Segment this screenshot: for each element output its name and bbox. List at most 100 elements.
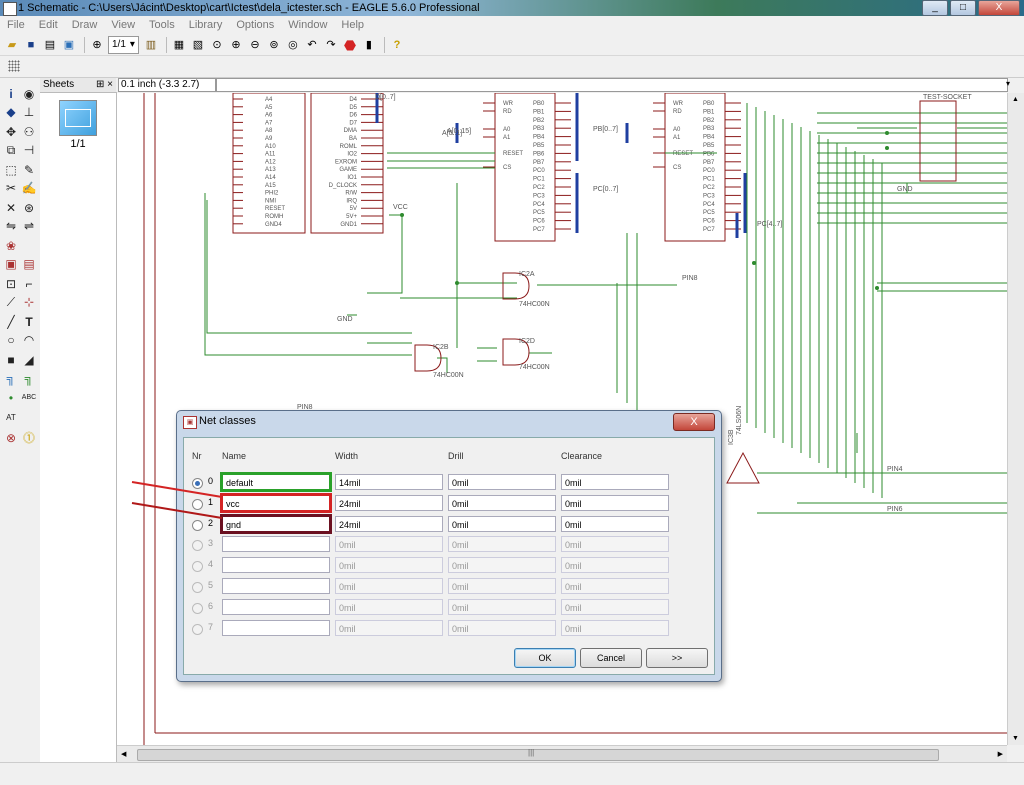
- menu-draw[interactable]: Draw: [65, 16, 105, 34]
- invoke-icon[interactable]: ⊹: [21, 294, 37, 310]
- junction-icon[interactable]: •: [3, 390, 19, 406]
- cancel-button[interactable]: Cancel: [580, 648, 642, 668]
- wire-icon[interactable]: ╱: [3, 314, 19, 330]
- net-class-width-field[interactable]: 24mil: [335, 494, 443, 511]
- net-class-name-field[interactable]: gnd: [220, 513, 332, 534]
- go-icon[interactable]: ▮: [361, 37, 377, 53]
- command-dropdown-icon[interactable]: ▾: [1006, 79, 1010, 88]
- move-icon[interactable]: ✥: [3, 124, 19, 140]
- library-icon[interactable]: ▥: [143, 37, 159, 53]
- mirror-icon[interactable]: ⊣: [21, 142, 37, 158]
- miter-icon[interactable]: ⌐: [21, 276, 37, 292]
- rect-icon[interactable]: ■: [3, 352, 19, 368]
- net-class-clearance-field[interactable]: 0mil: [561, 494, 669, 511]
- value-icon[interactable]: ▤: [21, 256, 37, 272]
- sheets-panel-controls[interactable]: ⊞ ×: [96, 78, 113, 92]
- text-icon[interactable]: T: [21, 314, 37, 330]
- menu-file[interactable]: File: [0, 16, 32, 34]
- menu-help[interactable]: Help: [334, 16, 371, 34]
- group-select-icon[interactable]: ⬚: [3, 162, 19, 178]
- net-class-radio[interactable]: [192, 478, 203, 489]
- close-button[interactable]: X: [978, 0, 1020, 16]
- net-class-clearance-field[interactable]: 0mil: [561, 515, 669, 532]
- bus-icon[interactable]: ╗: [3, 370, 19, 386]
- arc-icon[interactable]: ◠: [21, 332, 37, 348]
- net-class-radio[interactable]: [192, 519, 203, 531]
- menu-tools[interactable]: Tools: [142, 16, 182, 34]
- net-class-name-field[interactable]: [222, 536, 330, 553]
- erc-icon[interactable]: ⊗: [3, 430, 19, 446]
- undo-icon[interactable]: ↶: [304, 37, 320, 53]
- circle-icon[interactable]: ○: [3, 332, 19, 348]
- menu-library[interactable]: Library: [182, 16, 230, 34]
- vertical-scrollbar[interactable]: ▲ ▼: [1007, 93, 1024, 745]
- name-icon[interactable]: ▣: [3, 256, 19, 272]
- horizontal-scroll-thumb[interactable]: [137, 748, 939, 761]
- group-icon[interactable]: ⚇: [21, 124, 37, 140]
- net-class-name-field[interactable]: vcc: [220, 492, 332, 513]
- stop-icon[interactable]: ⬣: [342, 37, 358, 53]
- delete-icon[interactable]: ✕: [3, 200, 19, 216]
- scroll-down-icon[interactable]: ▼: [1012, 735, 1019, 742]
- net-class-name-field[interactable]: [222, 619, 330, 636]
- net-class-drill-field[interactable]: 0mil: [448, 515, 556, 532]
- grid-icon[interactable]: [8, 60, 20, 72]
- attribute-icon[interactable]: AT: [3, 410, 19, 426]
- run-ulp-icon[interactable]: ▧: [190, 37, 206, 53]
- smash-icon[interactable]: ⊡: [3, 276, 19, 292]
- add-icon[interactable]: ⊛: [21, 200, 37, 216]
- minimize-button[interactable]: _: [922, 0, 948, 16]
- cam-icon[interactable]: ▣: [61, 37, 77, 53]
- script-icon[interactable]: ▦: [171, 37, 187, 53]
- split-icon[interactable]: ⟋: [3, 294, 19, 310]
- net-class-clearance-field[interactable]: 0mil: [561, 474, 669, 490]
- show-icon[interactable]: ◉: [21, 86, 37, 102]
- copy-icon[interactable]: ⧉: [3, 142, 19, 158]
- help-icon[interactable]: ?: [389, 37, 405, 53]
- label-icon[interactable]: ABC: [21, 390, 37, 406]
- net-class-drill-field[interactable]: 0mil: [448, 474, 556, 490]
- net-class-radio[interactable]: [192, 498, 203, 510]
- menu-view[interactable]: View: [104, 16, 142, 34]
- pinswap-icon[interactable]: ⇋: [3, 218, 19, 234]
- print-icon[interactable]: ▤: [42, 37, 58, 53]
- scroll-left-icon[interactable]: ◀: [121, 750, 126, 758]
- sheet-select[interactable]: 1/1 ▾: [108, 35, 139, 54]
- ok-button[interactable]: OK: [514, 648, 576, 668]
- menu-window[interactable]: Window: [281, 16, 334, 34]
- dialog-close-button[interactable]: X: [673, 413, 715, 431]
- net-class-name-field[interactable]: [222, 598, 330, 615]
- zoom-in-icon[interactable]: ⊕: [228, 37, 244, 53]
- polygon-icon[interactable]: ◢: [21, 352, 37, 368]
- mark-icon[interactable]: ⊥: [21, 104, 37, 120]
- horizontal-scrollbar[interactable]: ◀ ▶: [117, 745, 1007, 763]
- net-icon[interactable]: ╗: [21, 370, 37, 386]
- replace-icon[interactable]: ❀: [3, 238, 19, 254]
- net-class-width-field[interactable]: 14mil: [335, 474, 443, 490]
- scroll-up-icon[interactable]: ▲: [1012, 96, 1019, 103]
- open-icon[interactable]: ▰: [4, 37, 20, 53]
- gateswap-icon[interactable]: ⇌: [21, 218, 37, 234]
- scroll-right-icon[interactable]: ▶: [998, 750, 1003, 758]
- zoom-out-icon[interactable]: ⊖: [247, 37, 263, 53]
- paste-icon[interactable]: ✍: [21, 180, 37, 196]
- maximize-button[interactable]: □: [950, 0, 976, 16]
- display-icon[interactable]: ◆: [3, 104, 19, 120]
- save-icon[interactable]: ■: [23, 37, 39, 53]
- info-icon[interactable]: i: [3, 86, 19, 102]
- sheet-thumbnail[interactable]: [59, 100, 97, 136]
- net-class-name-field[interactable]: [222, 578, 330, 594]
- redo-icon[interactable]: ↷: [323, 37, 339, 53]
- net-class-name-field[interactable]: [222, 557, 330, 574]
- net-class-width-field[interactable]: 24mil: [335, 515, 443, 532]
- zoom-fit-icon[interactable]: ⊙: [209, 37, 225, 53]
- menu-options[interactable]: Options: [229, 16, 281, 34]
- command-input[interactable]: [216, 78, 1008, 92]
- expand-button[interactable]: >>: [646, 648, 708, 668]
- redraw-icon[interactable]: ⊚: [266, 37, 282, 53]
- change-icon[interactable]: ✎: [21, 162, 37, 178]
- menu-edit[interactable]: Edit: [32, 16, 65, 34]
- errors-icon[interactable]: ⓵: [21, 430, 37, 446]
- cut-icon[interactable]: ✂: [3, 180, 19, 196]
- net-class-drill-field[interactable]: 0mil: [448, 494, 556, 511]
